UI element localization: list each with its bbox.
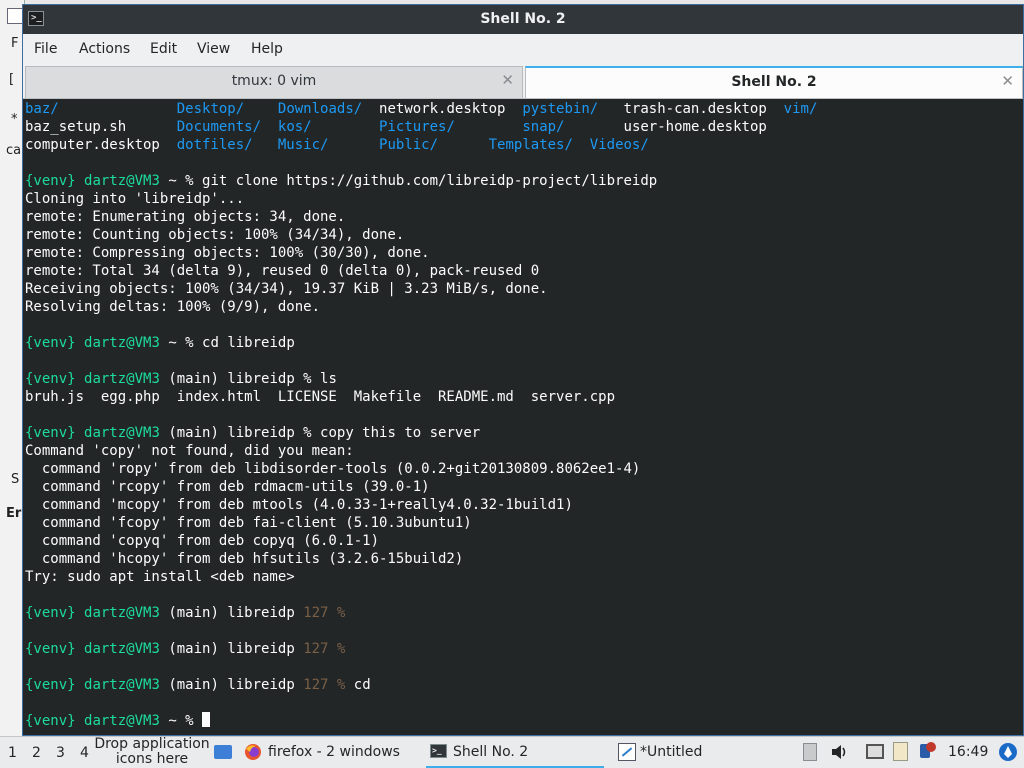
bg-text: ca [6, 143, 22, 158]
output-line: command 'hcopy' from deb hfsutils (3.2.6… [25, 551, 464, 567]
tab-label: tmux: 0 vim [231, 73, 317, 89]
prompt-line: {venv} dartz@VM3 (main) libreidp % copy … [25, 425, 481, 441]
notification-icon[interactable] [918, 742, 936, 760]
output-line: command 'copyq' from deb copyq (6.0.1-1) [25, 533, 380, 549]
menu-edit[interactable]: Edit [150, 41, 177, 57]
clipboard-icon[interactable] [893, 742, 908, 761]
clock[interactable]: 16:49 [948, 744, 988, 760]
bg-text: Er [6, 506, 22, 521]
menu-view[interactable]: View [197, 41, 230, 57]
terminal-icon: >_ [430, 744, 447, 758]
output-line: Resolving deltas: 100% (9/9), done. [25, 299, 321, 315]
text-cursor [202, 712, 211, 727]
quicklaunch-drop-area[interactable]: Drop application icons here [94, 737, 210, 767]
prompt-line: {venv} dartz@VM3 (main) libreidp % ls [25, 371, 337, 387]
close-icon[interactable]: ✕ [501, 71, 514, 89]
terminal-output[interactable]: baz/ Desktop/ Downloads/ network.desktop… [25, 100, 1023, 735]
ls-row: computer.desktop dotfiles/ Music/ Public… [25, 137, 649, 153]
output-line: bruh.js egg.php index.html LICENSE Makef… [25, 389, 616, 405]
ls-row: baz/ Desktop/ Downloads/ network.desktop… [25, 101, 818, 117]
text-editor-icon [618, 743, 636, 761]
tab-bar: tmux: 0 vim ✕ Shell No. 2 ✕ [23, 66, 1023, 99]
window-title: Shell No. 2 [480, 11, 566, 27]
workspace-2[interactable]: 2 [32, 745, 41, 761]
output-line: command 'ropy' from deb libdisorder-tool… [25, 461, 641, 477]
task-label: firefox - 2 windows [268, 744, 400, 760]
output-line: Command 'copy' not found, did you mean: [25, 443, 354, 459]
output-line: remote: Enumerating objects: 34, done. [25, 209, 346, 225]
output-line: command 'rcopy' from deb rdmacm-utils (3… [25, 479, 430, 495]
task-firefox[interactable]: firefox - 2 windows [240, 737, 418, 768]
prompt-line: {venv} dartz@VM3 ~ % cd libreidp [25, 335, 295, 351]
output-line: remote: Counting objects: 100% (34/34), … [25, 227, 405, 243]
workspace-4[interactable]: 4 [80, 745, 89, 761]
bg-text: F [11, 36, 19, 51]
workspace-1[interactable]: 1 [8, 745, 17, 761]
prompt-line: {venv} dartz@VM3 (main) libreidp 127 % [25, 641, 346, 657]
menu-bar: File Actions Edit View Help [23, 34, 1023, 66]
firefox-icon [245, 744, 261, 760]
output-line: command 'fcopy' from deb fai-client (5.1… [25, 515, 472, 531]
taskbar: 1 2 3 4 Drop application icons here fire… [0, 736, 1024, 768]
tab-label: Shell No. 2 [731, 74, 817, 90]
current-prompt[interactable]: {venv} dartz@VM3 ~ % [25, 712, 211, 729]
close-icon[interactable]: ✕ [1001, 72, 1014, 90]
show-desktop-icon[interactable] [214, 745, 232, 759]
output-line: remote: Total 34 (delta 9), reused 0 (de… [25, 263, 540, 279]
konsole-window: >_ Shell No. 2 File Actions Edit View He… [22, 4, 1024, 736]
task-shell-no-2[interactable]: >_ Shell No. 2 [426, 737, 604, 768]
prompt-line: {venv} dartz@VM3 ~ % git clone https://g… [25, 173, 658, 189]
lxqt-logo-icon[interactable] [998, 742, 1018, 762]
tab-tmux[interactable]: tmux: 0 vim ✕ [25, 66, 523, 98]
output-line: remote: Compressing objects: 100% (30/30… [25, 245, 430, 261]
workspace-3[interactable]: 3 [56, 745, 65, 761]
menu-file[interactable]: File [34, 41, 57, 57]
menu-actions[interactable]: Actions [79, 41, 130, 57]
prompt-line: {venv} dartz@VM3 (main) libreidp 127 % [25, 605, 346, 621]
output-line: Cloning into 'libreidp'... [25, 191, 245, 207]
title-bar[interactable]: >_ Shell No. 2 [23, 5, 1023, 34]
task-untitled[interactable]: *Untitled [614, 737, 792, 768]
task-label: *Untitled [640, 744, 703, 760]
clipboard-manager-icon[interactable] [803, 743, 817, 761]
bg-text: S [11, 472, 20, 487]
tab-shell-no-2[interactable]: Shell No. 2 ✕ [525, 66, 1023, 98]
bg-text: * [11, 112, 18, 127]
volume-icon[interactable] [831, 744, 849, 760]
window-icon [7, 8, 23, 24]
output-line: command 'mcopy' from deb mtools (4.0.33-… [25, 497, 573, 513]
menu-help[interactable]: Help [251, 41, 283, 57]
prompt-line: {venv} dartz@VM3 (main) libreidp 127 % c… [25, 677, 371, 693]
output-line: Receiving objects: 100% (34/34), 19.37 K… [25, 281, 548, 297]
task-label: Shell No. 2 [453, 744, 529, 760]
bg-text: [ [9, 72, 15, 87]
ls-row: baz_setup.sh Documents/ kos/ Pictures/ s… [25, 119, 767, 135]
output-line: Try: sudo apt install <deb name> [25, 569, 295, 585]
network-icon[interactable] [866, 744, 884, 759]
